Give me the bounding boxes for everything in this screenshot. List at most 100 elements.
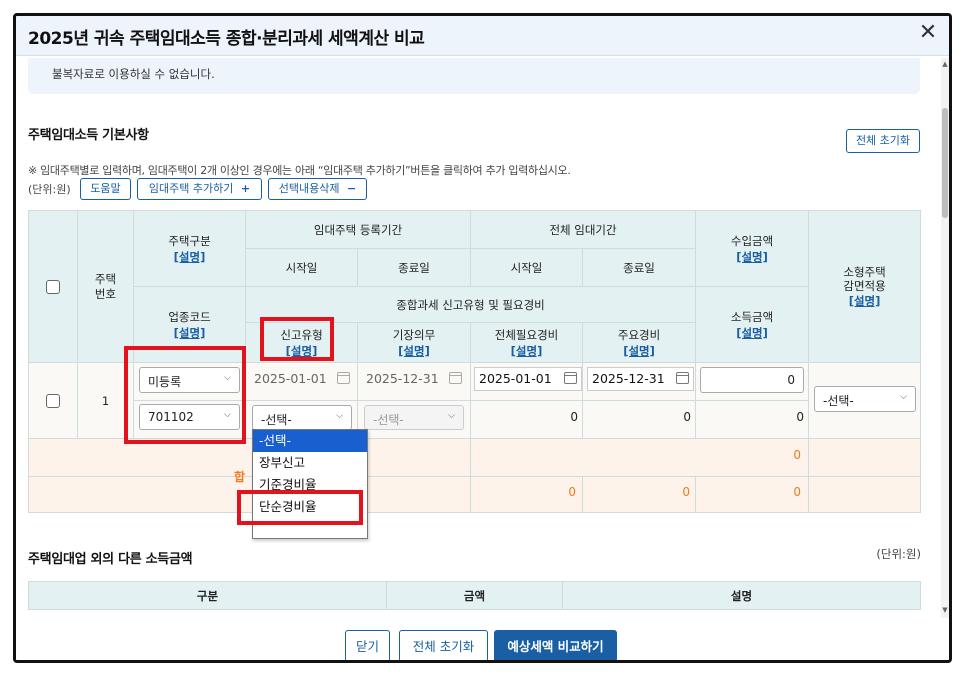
main-expense-explain-link[interactable]: [설명] [583,343,695,359]
help-button[interactable]: 도움말 [80,178,131,200]
earning-header: 소득금액 [설명] [695,286,810,363]
bookkeeping-explain-link[interactable]: [설명] [358,343,470,359]
reset-all-button[interactable]: 전체 초기화 [399,630,488,660]
summary-blank-cell-1 [808,438,922,477]
total-end-value: 2025-12-31 [592,371,665,386]
scrollbar-thumb[interactable] [942,108,948,218]
total-expense-value: 0 [570,410,578,424]
income-input[interactable]: 0 [700,367,804,393]
bookkeeping-value: -선택- [373,413,404,427]
dropdown-option[interactable]: 단순경비율 [253,496,367,518]
summary-blank-cell-2 [808,476,922,513]
filing-type-explain-link[interactable]: [설명] [246,343,357,359]
calendar-icon[interactable] [337,372,350,384]
filing-type-label: 신고유형 [280,327,323,342]
house-type-explain-link[interactable]: [설명] [134,249,245,265]
total-expense-label: 전체필요경비 [494,327,559,342]
total-period-header: 전체 임대기간 [470,210,697,249]
minus-icon: − [347,182,357,195]
industry-code-value: 701102 [148,410,194,424]
main-expense-header: 주요경비 [설명] [582,322,697,363]
other-unit-label: (단위:원) [876,547,921,561]
plus-icon: + [240,182,251,195]
reset-all-top-button[interactable]: 전체 초기화 [846,129,920,153]
summary-expense-total: 0 [568,485,576,499]
income-header: 수입금액 [설명] [695,210,810,287]
delete-selection-label: 선택내용삭제 [278,182,340,195]
dialog-window: 2025년 귀속 주택임대소득 종합·분리과세 세액계산 비교 ✕ 불복자료로 … [13,13,952,663]
scroll-up-icon[interactable]: ▲ [941,60,949,68]
filing-header: 종합과세 신고유형 및 필요경비 [244,286,697,323]
summary-earning-total: 0 [793,485,801,499]
house-no-header: 주택 번호 [77,210,134,363]
small-house-select[interactable]: -선택- ⌵ [814,386,916,412]
basic-section-title: 주택임대소득 기본사항 [28,128,149,143]
add-house-label: 임대주택 추가하기 [148,182,234,195]
other-col-amount: 금액 [386,581,563,610]
summary-label: 합 [234,470,246,484]
chevron-down-icon: ⌵ [224,410,231,420]
filing-type-select[interactable]: -선택- ⌵ [252,405,352,430]
other-col-explain: 설명 [562,581,921,610]
dialog-title: 2025년 귀속 주택임대소득 종합·분리과세 세액계산 비교 [28,29,425,49]
industry-code-header: 업종코드 [설명] [133,286,246,363]
notice-text: 불복자료로 이용하실 수 없습니다. [52,67,215,81]
scroll-down-icon[interactable]: ▼ [941,606,949,614]
house-type-label: 주택구분 [168,233,211,248]
total-expense-explain-link[interactable]: [설명] [471,343,582,359]
total-end-header: 종료일 [582,248,697,287]
main-expense-label: 주요경비 [617,327,661,342]
total-start-value: 2025-01-01 [479,371,552,386]
dialog-footer: 닫기 전체 초기화 예상세액 비교하기 [16,618,949,660]
add-house-button[interactable]: 임대주택 추가하기 + [137,178,262,200]
industry-code-select[interactable]: 701102 ⌵ [139,404,240,430]
summary-main-total: 0 [682,485,690,499]
reg-period-header: 임대주택 등록기간 [244,210,472,249]
bookkeeping-select[interactable]: -선택- ⌵ [364,405,464,430]
close-icon[interactable]: ✕ [915,21,941,47]
other-section-title: 주택임대업 외의 다른 소득금액 [28,552,193,567]
bookkeeping-header: 기장의무 [설명] [356,322,472,363]
small-house-label: 소형주택 감면적용 [843,264,886,293]
industry-code-explain-link[interactable]: [설명] [134,325,245,341]
earning-explain-link[interactable]: [설명] [696,325,808,341]
chevron-down-icon: ⌵ [336,411,343,421]
dropdown-option[interactable]: 장부신고 [253,452,367,474]
select-all-checkbox[interactable] [46,279,60,294]
filing-type-value: -선택- [261,413,292,427]
total-start-header: 시작일 [470,248,584,287]
reg-end-date[interactable]: 2025-12-31 [362,368,466,392]
row-checkbox[interactable] [46,393,60,408]
dropdown-option[interactable]: -선택- [253,430,367,452]
reg-start-header: 시작일 [245,248,358,287]
total-end-date[interactable]: 2025-12-31 [587,367,694,391]
chevron-down-icon: ⌵ [224,373,231,383]
delete-selection-button[interactable]: 선택내용삭제 − [268,178,367,200]
compare-tax-button[interactable]: 예상세액 비교하기 [494,630,617,660]
earning-label: 소득금액 [730,309,774,324]
unit-label: (단위:원) [28,183,71,196]
dropdown-option[interactable]: 기준경비율 [253,474,367,496]
summary-income-total: 0 [793,448,801,462]
reg-start-date[interactable]: 2025-01-01 [250,368,354,392]
select-all-cell [28,210,78,363]
small-house-value: -선택- [823,394,854,408]
other-income-table: 구분 금액 설명 [28,581,921,610]
income-explain-link[interactable]: [설명] [696,249,808,265]
chevron-down-icon: ⌵ [448,411,455,421]
calendar-icon[interactable] [564,372,577,384]
industry-code-label: 업종코드 [168,309,211,324]
house-type-select[interactable]: 미등록 ⌵ [139,367,240,393]
filing-type-dropdown-list: -선택- 장부신고 기준경비율 단순경비율 [252,429,368,539]
house-type-header: 주택구분 [설명] [133,210,246,287]
close-button[interactable]: 닫기 [345,630,390,660]
row-select-cell [28,362,78,439]
total-start-date[interactable]: 2025-01-01 [474,367,582,391]
small-house-header: 소형주택 감면적용 [설명] [808,210,922,363]
notice-box: 불복자료로 이용하실 수 없습니다. [28,58,920,94]
calendar-icon[interactable] [676,372,689,384]
reg-end-value: 2025-12-31 [366,371,439,386]
income-label: 수입금액 [730,233,774,248]
small-house-explain-link[interactable]: [설명] [809,293,920,309]
calendar-icon[interactable] [449,372,462,384]
